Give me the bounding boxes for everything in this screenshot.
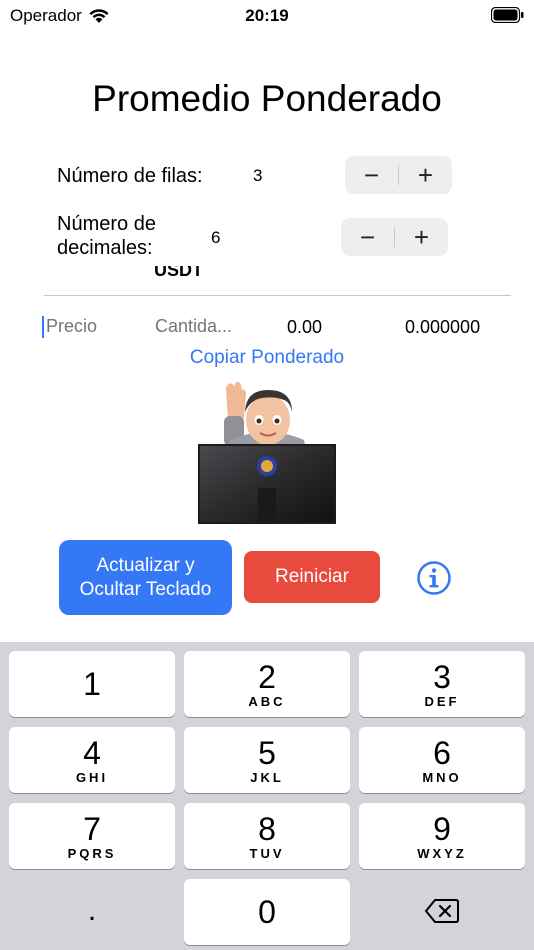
key-delete[interactable] [359,878,525,944]
rows-increment-button[interactable]: + [399,156,452,194]
number-pad: 1 2 ABC 3 DEF 4 GHI 5 JKL 6 MNO 7 PQRS 8… [0,642,534,950]
table-header-label: USDT [154,266,203,280]
key-digit: 0 [258,894,276,930]
key-letters: TUV [249,845,285,861]
key-digit: 4 [83,734,101,771]
update-hide-keyboard-button[interactable]: Actualizar y Ocultar Teclado [59,540,232,615]
decimals-increment-button[interactable]: + [395,218,448,256]
page-title: Promedio Ponderado [92,78,442,119]
key-digit: 2 [258,658,276,695]
key-letters: WXYZ [417,845,467,861]
rows-stepper: − + [345,156,452,194]
key-digit: 6 [433,734,451,771]
table-header: USDT [0,266,534,288]
row-total: 0.00 [287,317,323,337]
text-caret [42,316,44,338]
decimals-value: 6 [211,228,221,247]
avatar-illustration [198,381,336,524]
key-9[interactable]: 9 WXYZ [359,803,525,869]
copy-weighted-link[interactable]: Copiar Ponderado [0,347,534,369]
key-4[interactable]: 4 GHI [9,727,175,793]
key-5[interactable]: 5 JKL [184,727,350,793]
key-digit: 3 [433,658,451,695]
clock: 20:19 [245,6,289,25]
price-input[interactable] [46,316,146,337]
key-1[interactable]: 1 [9,651,175,717]
key-3[interactable]: 3 DEF [359,651,525,717]
key-decimal-label: . [87,894,97,927]
rows-value: 3 [253,166,263,185]
key-digit: 9 [433,810,451,847]
decimals-label-line2: decimales: [57,237,153,259]
key-digit: 5 [258,734,276,771]
update-button-line2: Ocultar Teclado [79,578,212,600]
key-8[interactable]: 8 TUV [184,803,350,869]
reset-button[interactable]: Reiniciar [244,551,380,603]
key-7[interactable]: 7 PQRS [9,803,175,869]
key-0[interactable]: 0 [184,879,350,945]
key-letters: PQRS [67,845,117,861]
key-digit: 8 [258,810,276,847]
key-letters: GHI [75,769,109,785]
status-bar: Operador 20:19 [0,0,534,34]
key-6[interactable]: 6 MNO [359,727,525,793]
key-letters: ABC [248,693,286,709]
key-2[interactable]: 2 ABC [184,651,350,717]
key-decimal[interactable]: . [9,878,175,944]
update-button-line1: Actualizar y [96,554,195,576]
key-digit: 7 [83,810,101,847]
rows-label: Número de filas: [57,165,203,187]
decimals-decrement-button[interactable]: − [341,218,394,256]
quantity-input[interactable] [155,316,255,337]
key-digit: 1 [83,666,101,702]
battery-icon [491,7,524,23]
key-letters: JKL [250,769,284,785]
decimals-label: Número de decimales: [57,212,156,260]
backspace-icon [425,899,459,923]
info-icon[interactable] [416,560,452,596]
row-weighted-value: 0.000000 [405,317,481,337]
rows-decrement-button[interactable]: − [345,156,398,194]
key-letters: DEF [424,693,460,709]
decimals-label-line1: Número de [57,213,156,235]
decimals-stepper: − + [341,218,448,256]
divider [44,295,511,296]
key-letters: MNO [422,769,462,785]
